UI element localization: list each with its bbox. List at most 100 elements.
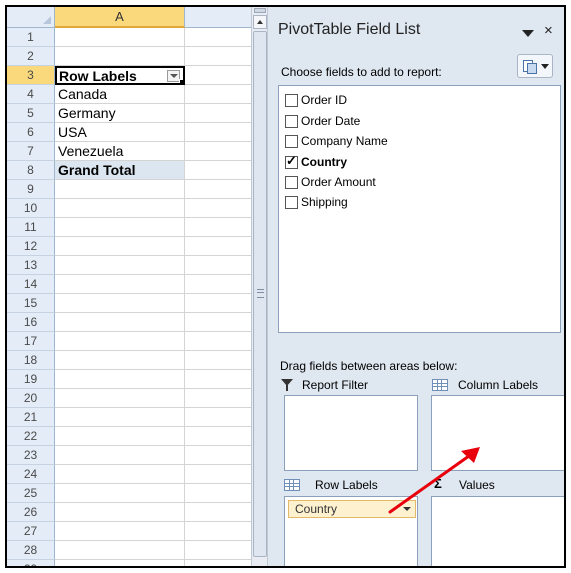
sheet-row: 1 xyxy=(7,28,251,47)
row-header[interactable]: 3 xyxy=(7,66,55,85)
row-header[interactable]: 7 xyxy=(7,142,55,161)
column-header-a[interactable]: A xyxy=(55,7,185,28)
cell-b[interactable] xyxy=(185,142,251,161)
cell-a[interactable] xyxy=(55,541,185,560)
cell-a[interactable] xyxy=(55,446,185,465)
row-header[interactable]: 19 xyxy=(7,370,55,389)
cell-b[interactable] xyxy=(185,218,251,237)
column-header-b[interactable] xyxy=(185,7,251,28)
row-header[interactable]: 21 xyxy=(7,408,55,427)
cell-a[interactable] xyxy=(55,560,185,566)
cell-b[interactable] xyxy=(185,313,251,332)
cell-a[interactable] xyxy=(55,522,185,541)
cell-a[interactable] xyxy=(55,28,185,47)
cell-b[interactable] xyxy=(185,503,251,522)
cell-a[interactable] xyxy=(55,218,185,237)
select-all-corner[interactable] xyxy=(7,7,55,28)
row-header[interactable]: 5 xyxy=(7,104,55,123)
row-header[interactable]: 4 xyxy=(7,85,55,104)
row-header[interactable]: 24 xyxy=(7,465,55,484)
cell-a[interactable] xyxy=(55,503,185,522)
row-header[interactable]: 1 xyxy=(7,28,55,47)
row-labels-header-cell[interactable]: Row Labels xyxy=(55,66,185,85)
split-handle[interactable] xyxy=(254,8,266,13)
grand-total-cell[interactable]: Grand Total xyxy=(55,161,185,180)
cell-b[interactable] xyxy=(185,85,251,104)
cell-b[interactable] xyxy=(185,237,251,256)
row-header[interactable]: 22 xyxy=(7,427,55,446)
cell-b[interactable] xyxy=(185,351,251,370)
pivot-row-item[interactable]: Venezuela xyxy=(55,142,185,161)
cell-b[interactable] xyxy=(185,465,251,484)
cell-b[interactable] xyxy=(185,180,251,199)
cell-b[interactable] xyxy=(185,522,251,541)
cell-b[interactable] xyxy=(185,104,251,123)
cell-a[interactable] xyxy=(55,199,185,218)
cell-a[interactable] xyxy=(55,389,185,408)
row-header[interactable]: 25 xyxy=(7,484,55,503)
cell-a[interactable] xyxy=(55,237,185,256)
cell-a[interactable] xyxy=(55,370,185,389)
row-header[interactable]: 8 xyxy=(7,161,55,180)
sheet-row: 2 xyxy=(7,47,251,66)
row-header[interactable]: 9 xyxy=(7,180,55,199)
cell-a[interactable] xyxy=(55,484,185,503)
pivot-row-item[interactable]: Canada xyxy=(55,85,185,104)
row-header[interactable]: 26 xyxy=(7,503,55,522)
row-header[interactable]: 20 xyxy=(7,389,55,408)
cell-a[interactable] xyxy=(55,465,185,484)
cell-b[interactable] xyxy=(185,161,251,180)
row-header[interactable]: 18 xyxy=(7,351,55,370)
cell-a[interactable] xyxy=(55,47,185,66)
row-header[interactable]: 15 xyxy=(7,294,55,313)
row-header[interactable]: 6 xyxy=(7,123,55,142)
row-header[interactable]: 10 xyxy=(7,199,55,218)
cell-b[interactable] xyxy=(185,389,251,408)
row-header[interactable]: 28 xyxy=(7,541,55,560)
cell-a[interactable] xyxy=(55,313,185,332)
cell-a[interactable] xyxy=(55,180,185,199)
cell-a[interactable] xyxy=(55,351,185,370)
cell-a[interactable] xyxy=(55,427,185,446)
worksheet-grid[interactable]: A 1 2 3 Row Labels 4 Canada 5 Germany 6 USA 7 Venez… xyxy=(7,7,251,566)
row-header[interactable]: 27 xyxy=(7,522,55,541)
cell-b[interactable] xyxy=(185,560,251,566)
row-header[interactable]: 16 xyxy=(7,313,55,332)
cell-b[interactable] xyxy=(185,446,251,465)
cell-b[interactable] xyxy=(185,484,251,503)
cell-b[interactable] xyxy=(185,66,251,85)
row-header[interactable]: 11 xyxy=(7,218,55,237)
cell-a[interactable] xyxy=(55,256,185,275)
sheet-row: 22 xyxy=(7,427,251,446)
sheet-row: 26 xyxy=(7,503,251,522)
cell-b[interactable] xyxy=(185,275,251,294)
row-header[interactable]: 23 xyxy=(7,446,55,465)
sheet-row: 21 xyxy=(7,408,251,427)
vertical-scrollbar[interactable] xyxy=(251,7,268,566)
row-header[interactable]: 29 xyxy=(7,560,55,566)
cell-a[interactable] xyxy=(55,275,185,294)
cell-b[interactable] xyxy=(185,427,251,446)
scroll-up-arrow-icon[interactable] xyxy=(253,15,267,29)
cell-b[interactable] xyxy=(185,370,251,389)
row-header[interactable]: 14 xyxy=(7,275,55,294)
pivot-row-item[interactable]: Germany xyxy=(55,104,185,123)
row-header[interactable]: 13 xyxy=(7,256,55,275)
cell-b[interactable] xyxy=(185,28,251,47)
pivot-row-item[interactable]: USA xyxy=(55,123,185,142)
cell-b[interactable] xyxy=(185,256,251,275)
cell-a[interactable] xyxy=(55,294,185,313)
cell-b[interactable] xyxy=(185,408,251,427)
cell-b[interactable] xyxy=(185,541,251,560)
cell-b[interactable] xyxy=(185,47,251,66)
cell-b[interactable] xyxy=(185,123,251,142)
cell-b[interactable] xyxy=(185,199,251,218)
row-header[interactable]: 12 xyxy=(7,237,55,256)
row-header[interactable]: 2 xyxy=(7,47,55,66)
row-header[interactable]: 17 xyxy=(7,332,55,351)
cell-b[interactable] xyxy=(185,294,251,313)
cell-a[interactable] xyxy=(55,408,185,427)
cell-b[interactable] xyxy=(185,332,251,351)
scrollbar-thumb[interactable] xyxy=(253,31,267,557)
cell-a[interactable] xyxy=(55,332,185,351)
